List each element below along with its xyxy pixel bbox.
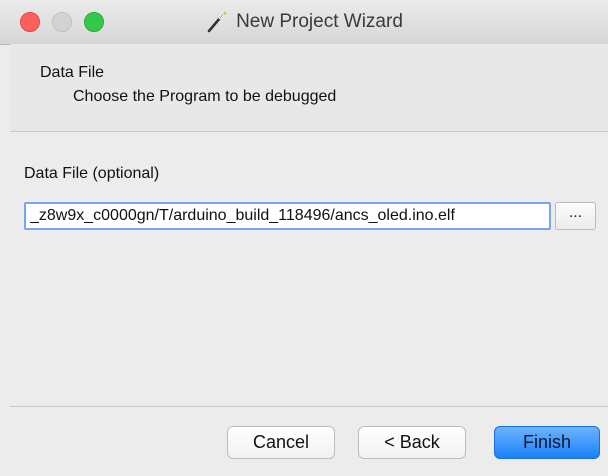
browse-button[interactable]: ...: [555, 202, 596, 230]
wizard-header: Data File Choose the Program to be debug…: [10, 44, 608, 132]
magic-wand-icon: [207, 11, 228, 33]
window-title: New Project Wizard: [0, 0, 608, 44]
data-file-label: Data File (optional): [24, 165, 160, 182]
title-bar[interactable]: New Project Wizard: [0, 0, 608, 45]
window-title-text: New Project Wizard: [236, 11, 403, 32]
back-button[interactable]: < Back: [358, 426, 466, 459]
wizard-window: New Project Wizard Data File Choose the …: [0, 0, 608, 476]
cancel-button[interactable]: Cancel: [227, 426, 335, 459]
data-file-path-input[interactable]: [24, 202, 551, 230]
footer-divider: [10, 406, 608, 407]
finish-button[interactable]: Finish: [494, 426, 600, 459]
step-title: Data File: [40, 64, 105, 81]
step-description: Choose the Program to be debugged: [73, 88, 337, 105]
